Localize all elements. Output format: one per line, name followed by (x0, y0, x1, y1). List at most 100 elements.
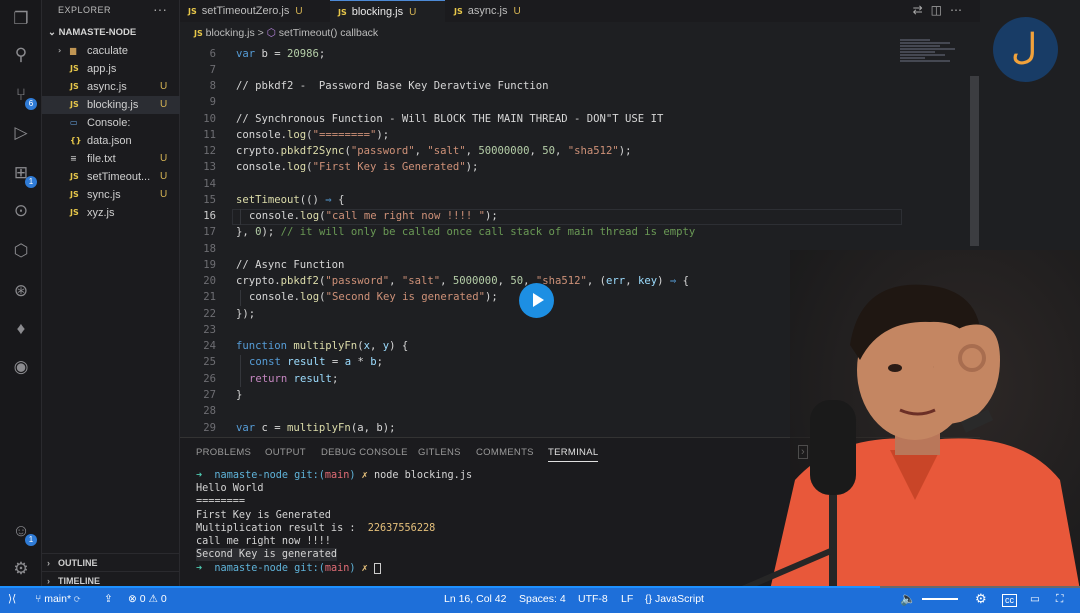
js-file-icon: JS (188, 7, 197, 16)
tab-label: setTimeoutZero.js (201, 5, 290, 17)
minimap-line (900, 48, 955, 50)
mongodb-icon[interactable]: ♦ (10, 318, 32, 340)
file-label: file.txt (87, 153, 116, 165)
code-text: }); (236, 308, 256, 320)
code-text: } (236, 389, 243, 401)
minimap-line (900, 45, 940, 47)
line-number: 27 (203, 389, 216, 401)
tab-settimeoutzero[interactable]: JS setTimeoutZero.js U (180, 0, 330, 22)
breadcrumb-file[interactable]: blocking.js (206, 27, 255, 39)
js-file-icon: JS (194, 29, 203, 38)
editor-scrollbar[interactable] (970, 76, 979, 246)
code-comment: // Async Function (236, 259, 345, 271)
explorer-more-icon[interactable]: ··· (153, 1, 167, 17)
more-actions-icon[interactable]: ⋯ (950, 3, 970, 17)
split-editor-icon[interactable]: ◫ (931, 3, 950, 17)
minimap-line (900, 42, 950, 44)
code-text: var b = 20986; (236, 48, 326, 60)
code-text: const result = a * b; (249, 356, 383, 368)
extensions-icon[interactable]: ⊞ 1 (10, 162, 37, 188)
tab-comments[interactable]: COMMENTS (476, 447, 534, 458)
file-label: async.js (87, 81, 127, 93)
tab-terminal[interactable]: TERMINAL (548, 447, 599, 462)
code-text: crypto.pbkdf2("password", "salt", 500000… (236, 275, 690, 287)
captions-icon[interactable]: cc (1002, 594, 1017, 607)
miniplayer-icon[interactable]: ▭ (1030, 588, 1040, 610)
file-item[interactable]: › ▆ caculate (42, 42, 180, 60)
explorer-icon[interactable]: ❐ (10, 8, 32, 30)
tab-debug-console[interactable]: DEBUG CONSOLE (321, 447, 408, 458)
line-number: 8 (209, 80, 216, 92)
channel-logo: ل (993, 17, 1058, 82)
minimap-line (900, 39, 930, 41)
search-icon[interactable]: ⚲ (10, 44, 32, 66)
function-symbol-icon: ⬡ (266, 27, 276, 39)
file-item[interactable]: JS setTimeout... U (42, 168, 180, 186)
git-status: U (409, 7, 417, 18)
breadcrumb-symbol[interactable]: setTimeout() callback (279, 27, 378, 39)
run-debug-icon[interactable]: ▷ (10, 122, 32, 144)
tab-async[interactable]: JS async.js U (446, 0, 546, 22)
file-item[interactable]: JS sync.js U (42, 186, 180, 204)
cursor-position[interactable]: Ln 16, Col 42 (444, 588, 506, 610)
chevron-right-icon: › (58, 46, 62, 55)
terminal-output: Multiplication result is : 22637556228 (196, 523, 436, 534)
code-text: var c = multiplyFn(a, b); (236, 422, 396, 434)
code-line: 12 crypto.pbkdf2Sync("password", "salt", … (180, 143, 960, 159)
remote-icon[interactable]: ⊙ (10, 200, 32, 222)
line-number: 9 (209, 96, 216, 108)
file-item-active[interactable]: JS blocking.js U (42, 96, 180, 114)
line-number: 13 (203, 161, 216, 173)
file-item[interactable]: {} data.json (42, 132, 180, 150)
workspace-folder[interactable]: ⌄ NAMASTE-NODE (48, 27, 136, 38)
remote-indicator-icon[interactable]: ⟩⟨ (8, 588, 16, 610)
file-label: caculate (87, 45, 128, 57)
outline-section[interactable]: › OUTLINE (42, 553, 180, 571)
gitlens-icon[interactable]: ⊛ (10, 280, 32, 302)
source-control-icon[interactable]: ⑂ 6 (10, 84, 37, 110)
tab-blocking[interactable]: JS blocking.js U (330, 0, 445, 22)
line-ending[interactable]: LF (621, 588, 633, 610)
code-text: setTimeout(() ⇒ { (236, 194, 345, 206)
file-item[interactable]: JS async.js U (42, 78, 180, 96)
problems-indicator[interactable]: ⊗ 0 ⚠ 0 (128, 588, 167, 610)
compare-icon[interactable]: ⇄ (913, 3, 931, 17)
terminal-prompt-line[interactable]: ➜ namaste-node git:(main) ✗ (196, 562, 381, 575)
file-label: data.json (87, 135, 132, 147)
minimap[interactable] (900, 38, 970, 98)
tab-gitlens[interactable]: GITLENS (418, 447, 461, 458)
file-item[interactable]: ▭ Console: (42, 114, 180, 132)
line-number: 10 (203, 113, 216, 125)
code-text: console.log("Second Key is generated"); (249, 291, 498, 303)
activity-bar: ❐ ⚲ ⑂ 6 ▷ ⊞ 1 ⊙ ⬡ ⊛ ♦ ◉ ☺ 1 ⚙ (0, 0, 42, 588)
code-text: crypto.pbkdf2Sync("password", "salt", 50… (236, 145, 632, 157)
file-label: sync.js (87, 189, 121, 201)
settings-gear-icon[interactable]: ⚙ (10, 558, 32, 580)
multiplication-result: 22637556228 (367, 523, 436, 534)
file-item[interactable]: JS app.js (42, 60, 180, 78)
volume-icon[interactable]: 🔈 (900, 588, 916, 610)
branch-indicator[interactable]: ⑂ main* ⟳ (35, 588, 80, 610)
testing-icon[interactable]: ⬡ (10, 240, 32, 262)
terminal-output: call me right now !!!! (196, 536, 331, 547)
code-line: 10 // Synchronous Function - Will BLOCK T… (180, 111, 960, 127)
language-mode[interactable]: {} JavaScript (645, 588, 704, 610)
git-status: U (160, 153, 168, 164)
file-item[interactable]: ≡ file.txt U (42, 150, 180, 168)
line-number: 20 (203, 275, 216, 287)
indentation[interactable]: Spaces: 4 (519, 588, 566, 610)
account-icon[interactable]: ☺ 1 (10, 520, 37, 546)
tab-output[interactable]: OUTPUT (265, 447, 306, 458)
live-share-icon[interactable]: ⇪ (104, 588, 113, 610)
github-icon[interactable]: ◉ (10, 356, 32, 378)
file-item[interactable]: JS xyz.js (42, 204, 180, 222)
video-play-button[interactable] (519, 283, 554, 318)
encoding[interactable]: UTF-8 (578, 588, 608, 610)
fullscreen-icon[interactable]: ⛶ (1056, 588, 1063, 610)
tab-problems[interactable]: PROBLEMS (196, 447, 251, 458)
terminal-output: Second Key is generated (196, 548, 338, 562)
volume-slider[interactable] (922, 598, 958, 600)
terminal-output: Hello World (196, 483, 264, 494)
line-number: 23 (203, 324, 216, 336)
video-settings-icon[interactable]: ⚙ (975, 588, 987, 610)
